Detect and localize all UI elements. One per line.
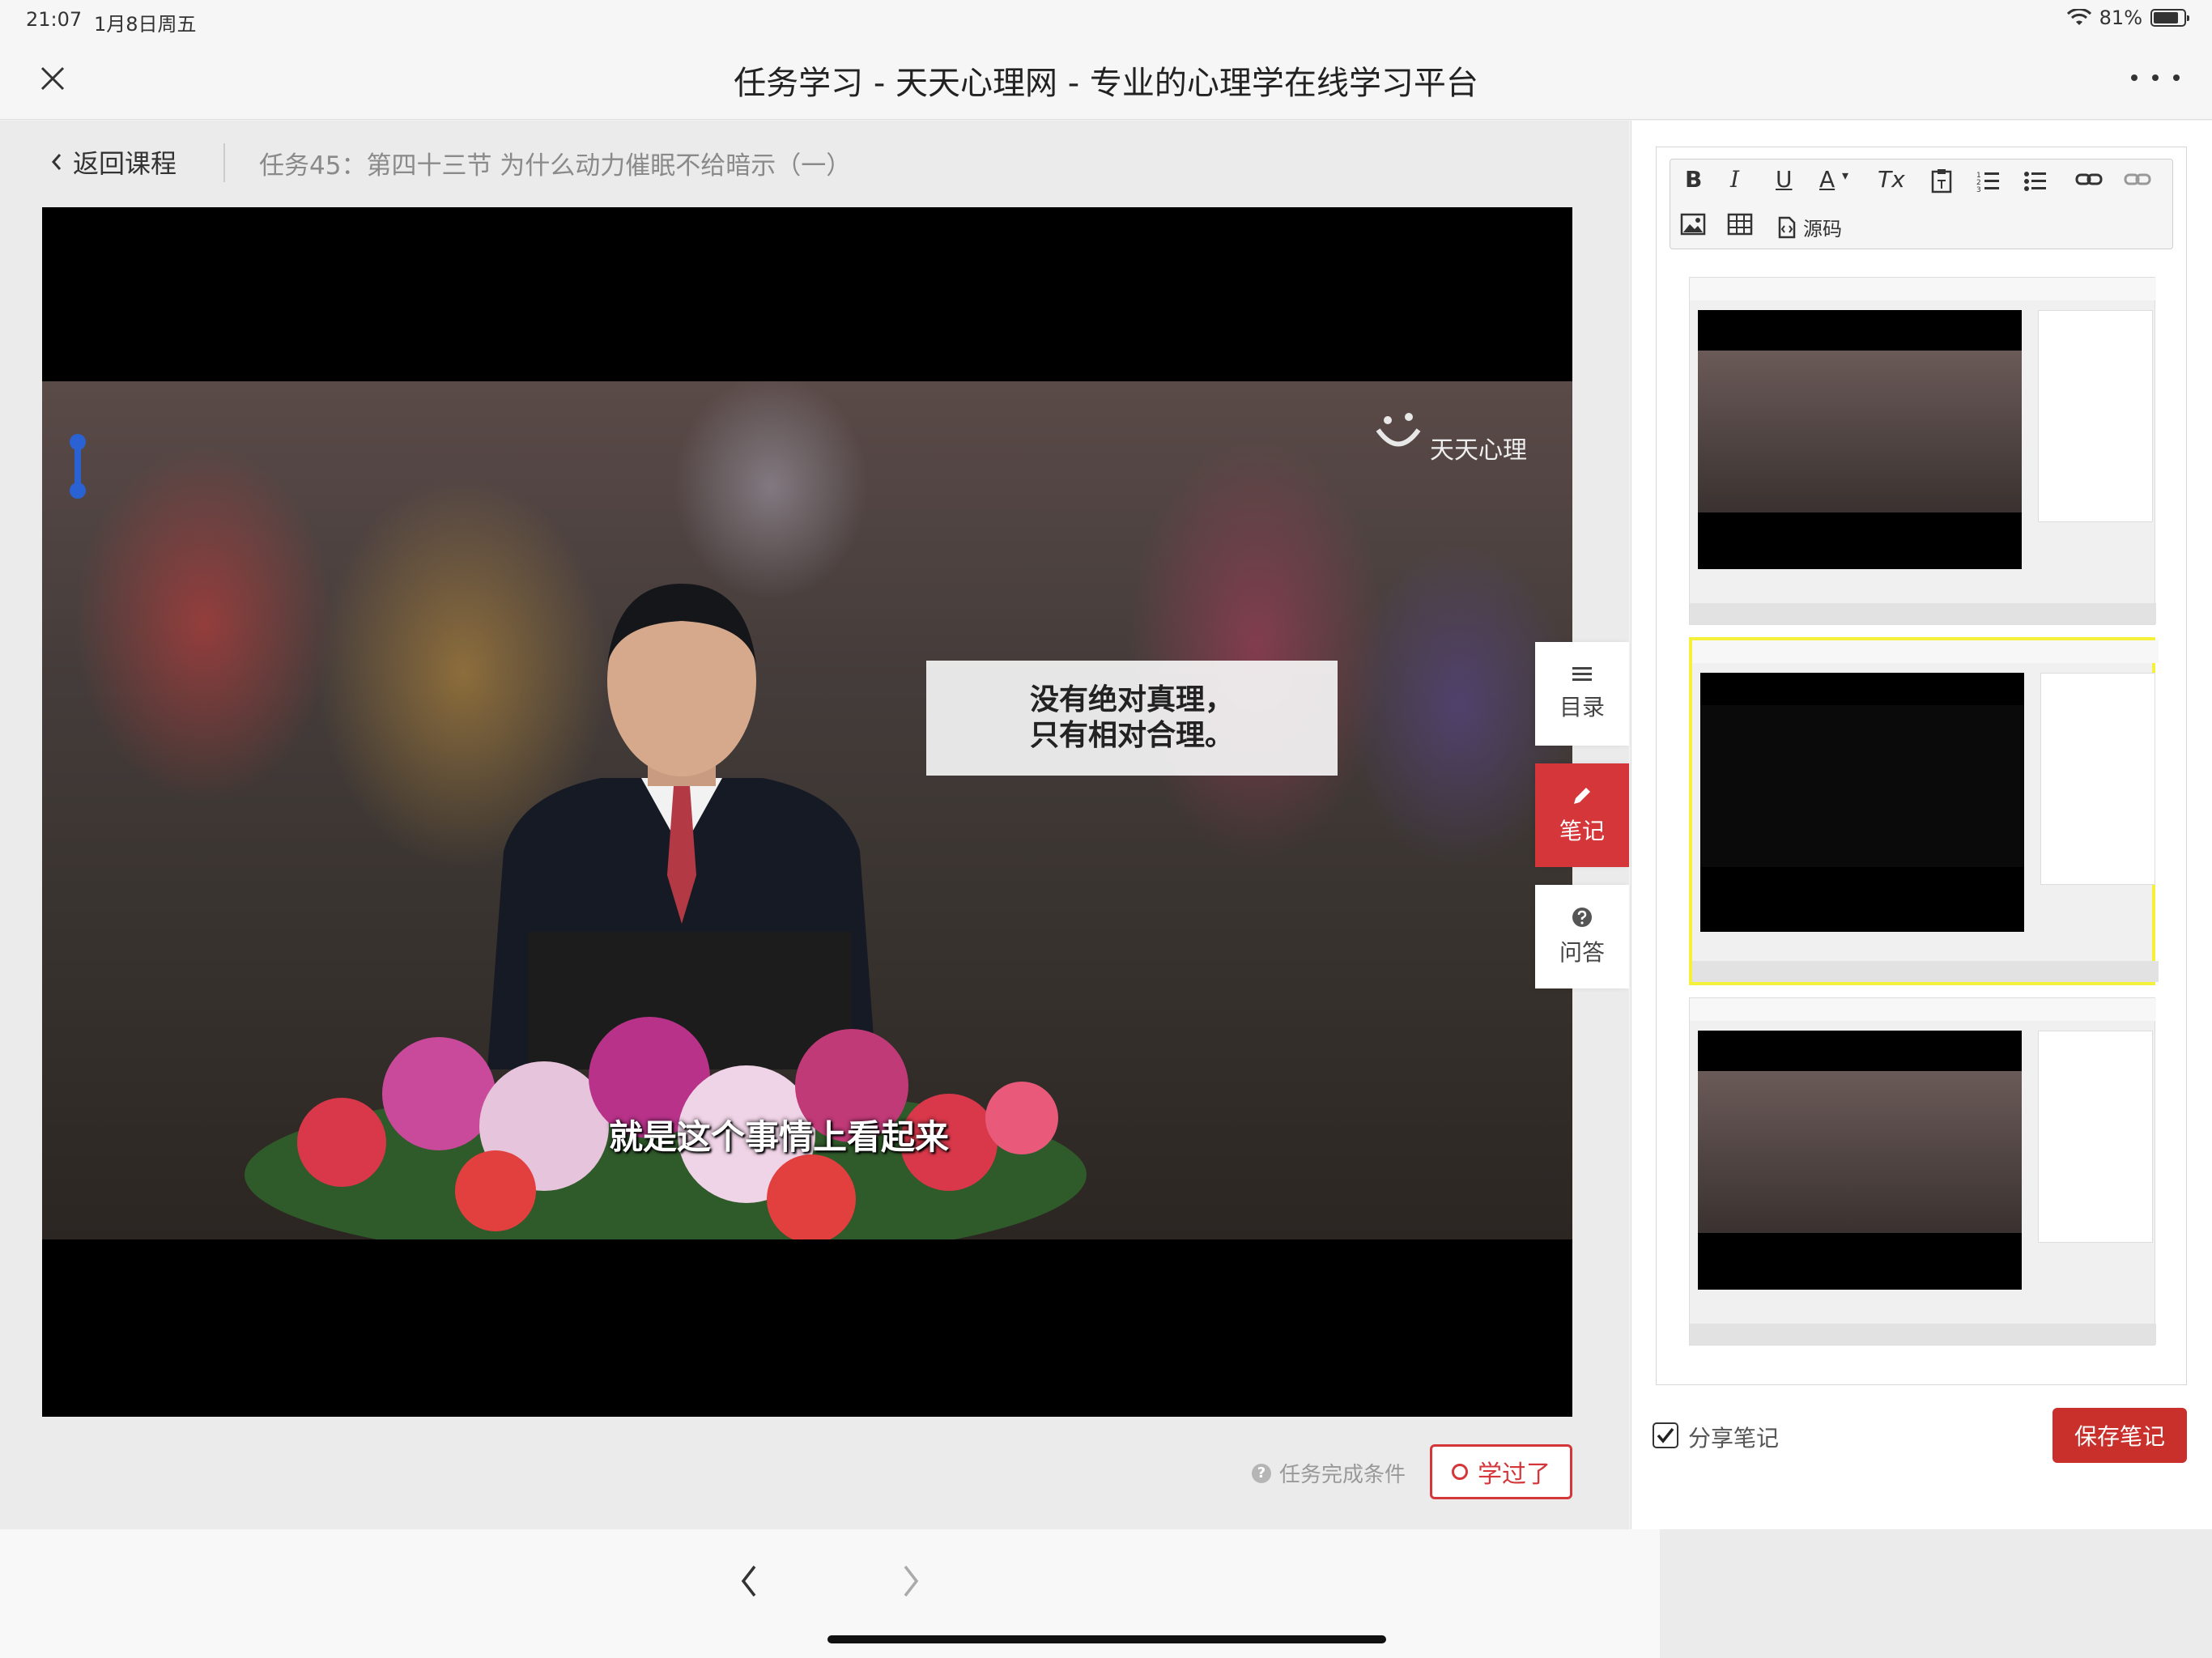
chevron-right-icon[interactable] — [891, 1557, 931, 1605]
quote-line-2: 只有相对合理。 — [1029, 719, 1234, 752]
bold-button[interactable]: B — [1685, 166, 1702, 193]
note-editor[interactable]: B I U A ▾ Tx 123 源码 — [1656, 147, 2187, 1385]
thumb-panel — [2038, 310, 2153, 522]
clear-format-button[interactable]: Tx — [1878, 166, 1905, 193]
tab-qa-label: 问答 — [1559, 939, 1605, 966]
tab-notes[interactable]: 笔记 — [1535, 763, 1629, 867]
chevron-left-icon[interactable] — [729, 1557, 769, 1605]
task-condition-label: 任务完成条件 — [1279, 1463, 1406, 1487]
thumb-panel — [2038, 1031, 2153, 1243]
status-time: 21:07 — [26, 8, 83, 31]
list-icon — [1572, 667, 1592, 681]
image-icon[interactable] — [1680, 213, 1706, 236]
paste-text-icon[interactable] — [1929, 168, 1954, 193]
thumb-video — [1700, 673, 2024, 932]
thumb-title-bar — [1692, 640, 2159, 663]
battery-percent: 81% — [2099, 6, 2142, 29]
question-circle-icon: ? — [1252, 1463, 1271, 1483]
checkmark-icon — [1657, 1427, 1674, 1443]
status-right: 81% — [2066, 6, 2189, 29]
dot-icon — [2131, 74, 2138, 81]
svg-text:3: 3 — [1976, 186, 1981, 192]
thumb-panel — [2040, 673, 2155, 885]
site-logo: 天天心理 — [1370, 406, 1548, 470]
note-image-2-selected[interactable] — [1689, 637, 2159, 985]
ordered-list-icon[interactable]: 123 — [1976, 169, 2001, 192]
video-frame: 天天心理 没有绝对真理， 只有相对合理。 就是这个事情上看起来 — [42, 381, 1572, 1239]
bottom-right-area — [1660, 1529, 2212, 1658]
mark-learned-button[interactable]: 学过了 — [1430, 1444, 1572, 1499]
thumb-video — [1698, 310, 2022, 569]
mark-learned-label: 学过了 — [1478, 1460, 1551, 1489]
underline-button[interactable]: U — [1776, 166, 1793, 193]
save-note-button[interactable]: 保存笔记 — [2052, 1408, 2187, 1463]
tab-qa[interactable]: 问答 — [1535, 885, 1629, 988]
thumb-title-bar — [1690, 998, 2156, 1021]
thumb-bottom-bar — [1690, 1324, 2156, 1345]
video-player[interactable]: 天天心理 没有绝对真理， 只有相对合理。 就是这个事情上看起来 — [42, 207, 1572, 1417]
share-note-checkbox[interactable] — [1653, 1422, 1678, 1448]
quote-card: 没有绝对真理， 只有相对合理。 — [926, 661, 1338, 776]
source-icon — [1778, 216, 1796, 238]
source-code-button[interactable]: 源码 — [1777, 213, 1842, 241]
thumb-bottom-bar — [1692, 961, 2159, 982]
unlink-icon[interactable] — [2124, 171, 2151, 189]
lesson-title: 任务45：第四十三节 为什么动力催眠不给暗示（一） — [259, 151, 852, 181]
selection-handle[interactable] — [70, 434, 86, 499]
home-indicator[interactable] — [827, 1635, 1386, 1643]
note-image-1[interactable] — [1689, 277, 2156, 625]
battery-icon — [2150, 9, 2189, 27]
wifi-icon — [2066, 9, 2091, 25]
thumb-bottom-bar — [1690, 603, 2156, 624]
more-options-button[interactable] — [2131, 62, 2180, 94]
status-date: 1月8日周五 — [94, 13, 197, 36]
source-label: 源码 — [1803, 218, 1842, 240]
tab-catalog[interactable]: 目录 — [1535, 642, 1629, 746]
tab-catalog-label: 目录 — [1559, 694, 1605, 721]
pencil-icon — [1574, 788, 1590, 804]
window-title: 任务学习 - 天天心理网 - 专业的心理学在线学习平台 — [734, 65, 1478, 102]
italic-button[interactable]: I — [1730, 166, 1739, 193]
breadcrumb-divider — [223, 143, 225, 182]
title-bar: 任务学习 - 天天心理网 - 专业的心理学在线学习平台 — [0, 39, 2212, 120]
dot-icon — [2152, 74, 2159, 81]
smile-logo-icon — [1376, 413, 1421, 447]
video-subtitle: 就是这个事情上看起来 — [609, 1117, 950, 1157]
share-note-label: 分享笔记 — [1688, 1425, 1780, 1452]
table-icon[interactable] — [1727, 213, 1753, 236]
tab-notes-label: 笔记 — [1559, 818, 1605, 844]
logo-text: 天天心理 — [1430, 436, 1527, 465]
editor-toolbar: B I U A ▾ Tx 123 源码 — [1670, 159, 2173, 249]
dot-icon — [2173, 74, 2180, 81]
note-panel: B I U A ▾ Tx 123 源码 分享笔记 保存笔记 — [1631, 121, 2212, 1529]
back-to-course-link[interactable]: 返回课程 — [49, 143, 177, 181]
question-icon — [1572, 908, 1592, 927]
note-image-3[interactable] — [1689, 997, 2156, 1346]
note-content-area[interactable] — [1689, 277, 2159, 1346]
task-condition-link[interactable]: ? 任务完成条件 — [1252, 1458, 1406, 1488]
thumb-title-bar — [1690, 278, 2156, 300]
main-content: 返回课程 任务45：第四十三节 为什么动力催眠不给暗示（一） 天天心理 没有绝对… — [0, 121, 1629, 1529]
circle-icon — [1452, 1464, 1468, 1480]
link-icon[interactable] — [2075, 171, 2103, 189]
chevron-left-icon — [51, 154, 62, 170]
status-bar: 21:07 1月8日周五 81% — [0, 0, 2212, 39]
thumb-video — [1698, 1031, 2022, 1290]
back-label: 返回课程 — [73, 148, 177, 179]
quote-line-1: 没有绝对真理， — [1029, 683, 1234, 716]
bullet-list-icon[interactable] — [2023, 169, 2048, 192]
caret-down-icon: ▾ — [1842, 168, 1849, 183]
text-color-button[interactable]: A — [1819, 166, 1835, 193]
